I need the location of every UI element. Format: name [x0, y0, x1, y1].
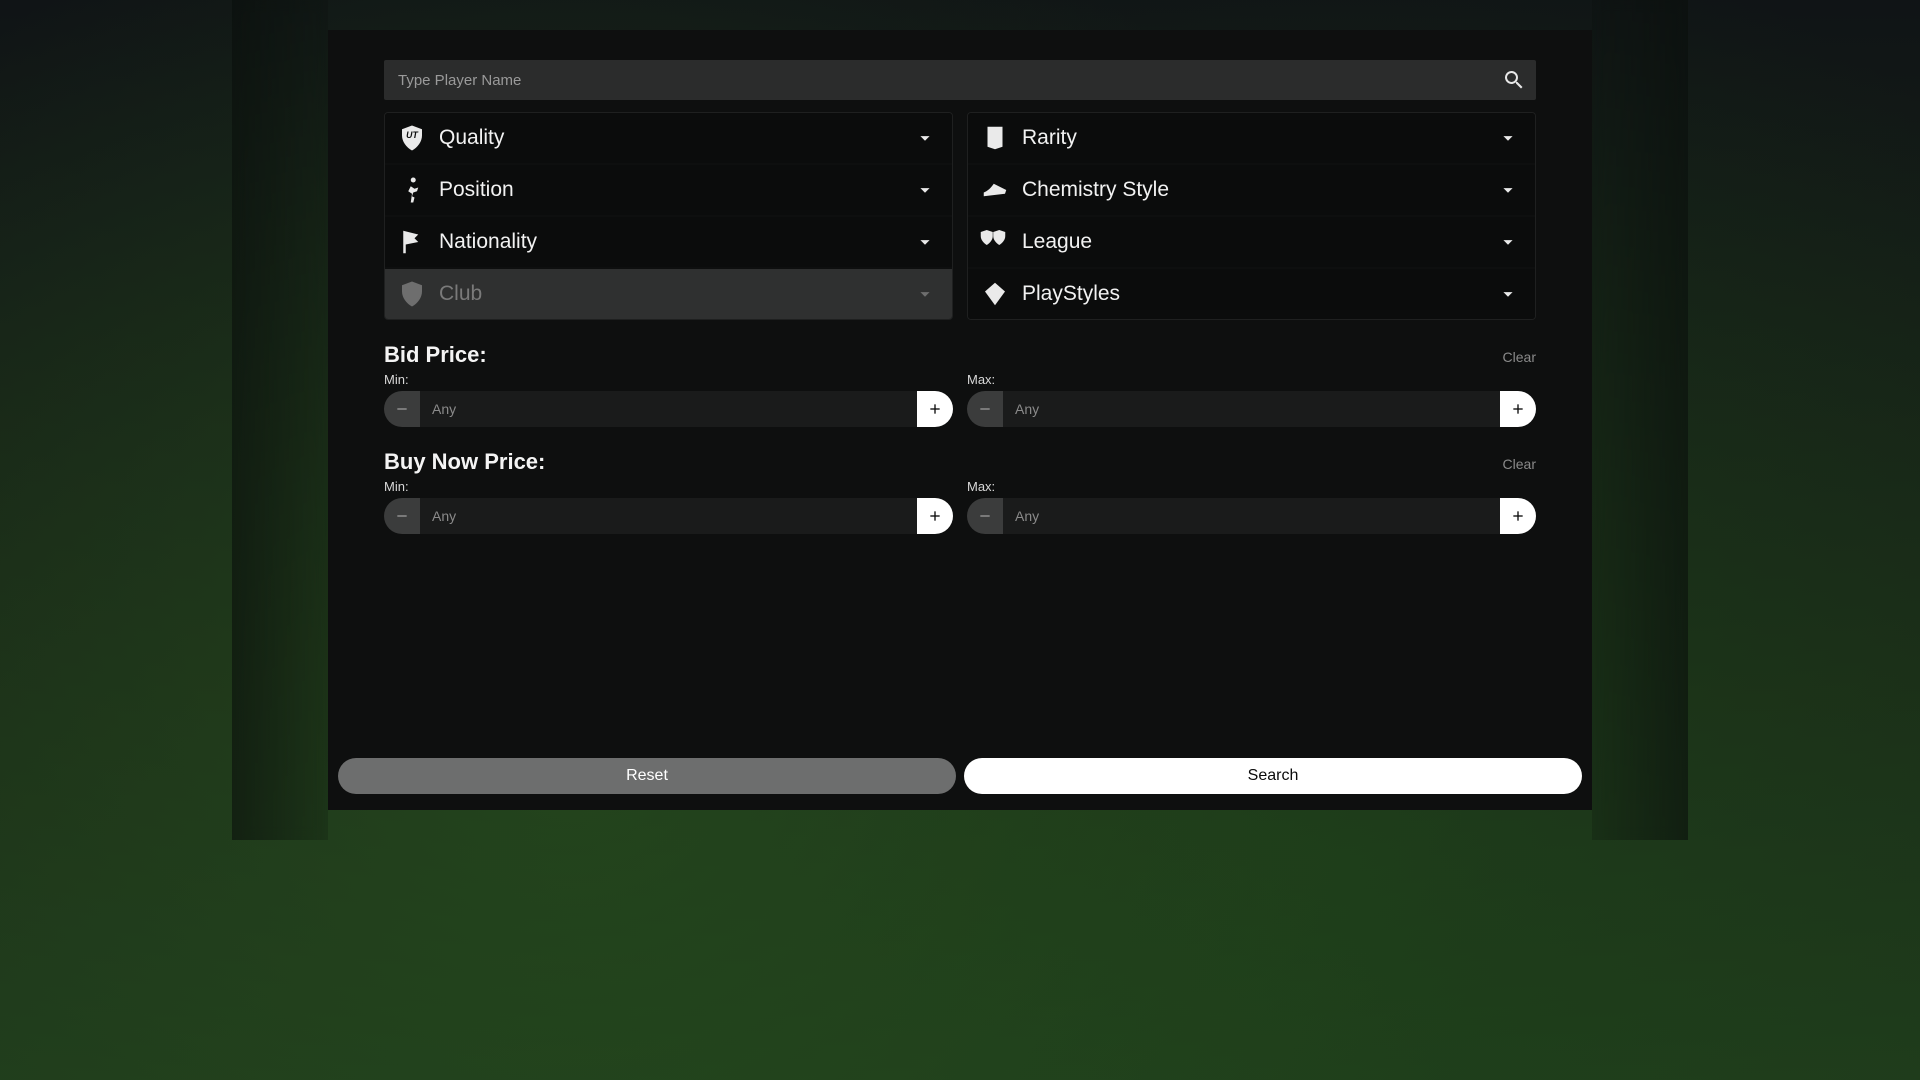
buynow-price-section: Buy Now Price: Clear Min: Max: — [384, 449, 1536, 534]
search-panel: Quality Position Nationality Club Rarity Che… — [328, 30, 1592, 810]
filter-quality[interactable]: Quality — [385, 113, 952, 163]
player-name-input[interactable] — [394, 72, 1502, 89]
filter-nationality[interactable]: Nationality — [385, 217, 952, 267]
bid-max-label: Max: — [967, 372, 1536, 387]
buynow-max-increment[interactable] — [1500, 498, 1536, 534]
chevron-down-icon — [1497, 231, 1519, 253]
card-icon — [980, 123, 1010, 153]
filter-club: Club — [385, 269, 952, 319]
filter-chemstyle-label: Chemistry Style — [1022, 178, 1497, 202]
chevron-down-icon — [914, 127, 936, 149]
bid-price-clear[interactable]: Clear — [1503, 349, 1536, 365]
minus-icon — [977, 401, 993, 417]
chevron-down-icon — [1497, 283, 1519, 305]
filter-league-label: League — [1022, 230, 1497, 254]
player-name-search[interactable] — [384, 60, 1536, 100]
diamond-icon — [980, 279, 1010, 309]
bid-min-label: Min: — [384, 372, 953, 387]
twoshields-icon — [980, 227, 1010, 257]
minus-icon — [977, 508, 993, 524]
minus-icon — [394, 508, 410, 524]
reset-button[interactable]: Reset — [338, 758, 956, 794]
runner-icon — [397, 175, 427, 205]
filter-quality-label: Quality — [439, 126, 914, 150]
chevron-down-icon — [914, 179, 936, 201]
chevron-down-icon — [1497, 127, 1519, 149]
bid-max-increment[interactable] — [1500, 391, 1536, 427]
stage: Quality Position Nationality Club Rarity Che… — [232, 0, 1688, 840]
filter-grid: Quality Position Nationality Club Rarity Che… — [384, 112, 1536, 320]
filter-rarity[interactable]: Rarity — [968, 113, 1535, 163]
buynow-min-input[interactable] — [420, 498, 917, 534]
chevron-down-icon — [914, 283, 936, 305]
bid-min-increment[interactable] — [917, 391, 953, 427]
filter-playstyles[interactable]: PlayStyles — [968, 269, 1535, 319]
bid-price-title: Bid Price: — [384, 342, 1503, 368]
buynow-min-label: Min: — [384, 479, 953, 494]
bid-min-stepper — [384, 391, 953, 427]
plus-icon — [927, 401, 943, 417]
buynow-max-label: Max: — [967, 479, 1536, 494]
flag-icon — [397, 227, 427, 257]
buynow-max-stepper — [967, 498, 1536, 534]
plus-icon — [1510, 401, 1526, 417]
buynow-min-decrement[interactable] — [384, 498, 420, 534]
chevron-down-icon — [1497, 179, 1519, 201]
filters-left-column: Quality Position Nationality Club — [384, 112, 953, 320]
boot-icon — [980, 175, 1010, 205]
buynow-price-clear[interactable]: Clear — [1503, 456, 1536, 472]
buynow-price-title: Buy Now Price: — [384, 449, 1503, 475]
footer-actions: Reset Search — [338, 758, 1582, 794]
filter-position-label: Position — [439, 178, 914, 202]
bid-price-section: Bid Price: Clear Min: Max: — [384, 342, 1536, 427]
search-button[interactable]: Search — [964, 758, 1582, 794]
buynow-min-increment[interactable] — [917, 498, 953, 534]
filter-rarity-label: Rarity — [1022, 126, 1497, 150]
bid-min-input[interactable] — [420, 391, 917, 427]
filter-nationality-label: Nationality — [439, 230, 914, 254]
filter-club-label: Club — [439, 282, 914, 306]
buynow-min-stepper — [384, 498, 953, 534]
bid-max-input[interactable] — [1003, 391, 1500, 427]
filters-right-column: Rarity Chemistry Style League PlayStyles — [967, 112, 1536, 320]
buynow-max-decrement[interactable] — [967, 498, 1003, 534]
filter-chemstyle[interactable]: Chemistry Style — [968, 165, 1535, 215]
shield-ut-icon — [397, 123, 427, 153]
shield-icon — [397, 279, 427, 309]
bid-max-decrement[interactable] — [967, 391, 1003, 427]
plus-icon — [927, 508, 943, 524]
plus-icon — [1510, 508, 1526, 524]
chevron-down-icon — [914, 231, 936, 253]
filter-position[interactable]: Position — [385, 165, 952, 215]
filter-playstyles-label: PlayStyles — [1022, 282, 1497, 306]
buynow-max-input[interactable] — [1003, 498, 1500, 534]
bid-max-stepper — [967, 391, 1536, 427]
filter-league[interactable]: League — [968, 217, 1535, 267]
search-icon[interactable] — [1502, 68, 1526, 92]
minus-icon — [394, 401, 410, 417]
bid-min-decrement[interactable] — [384, 391, 420, 427]
